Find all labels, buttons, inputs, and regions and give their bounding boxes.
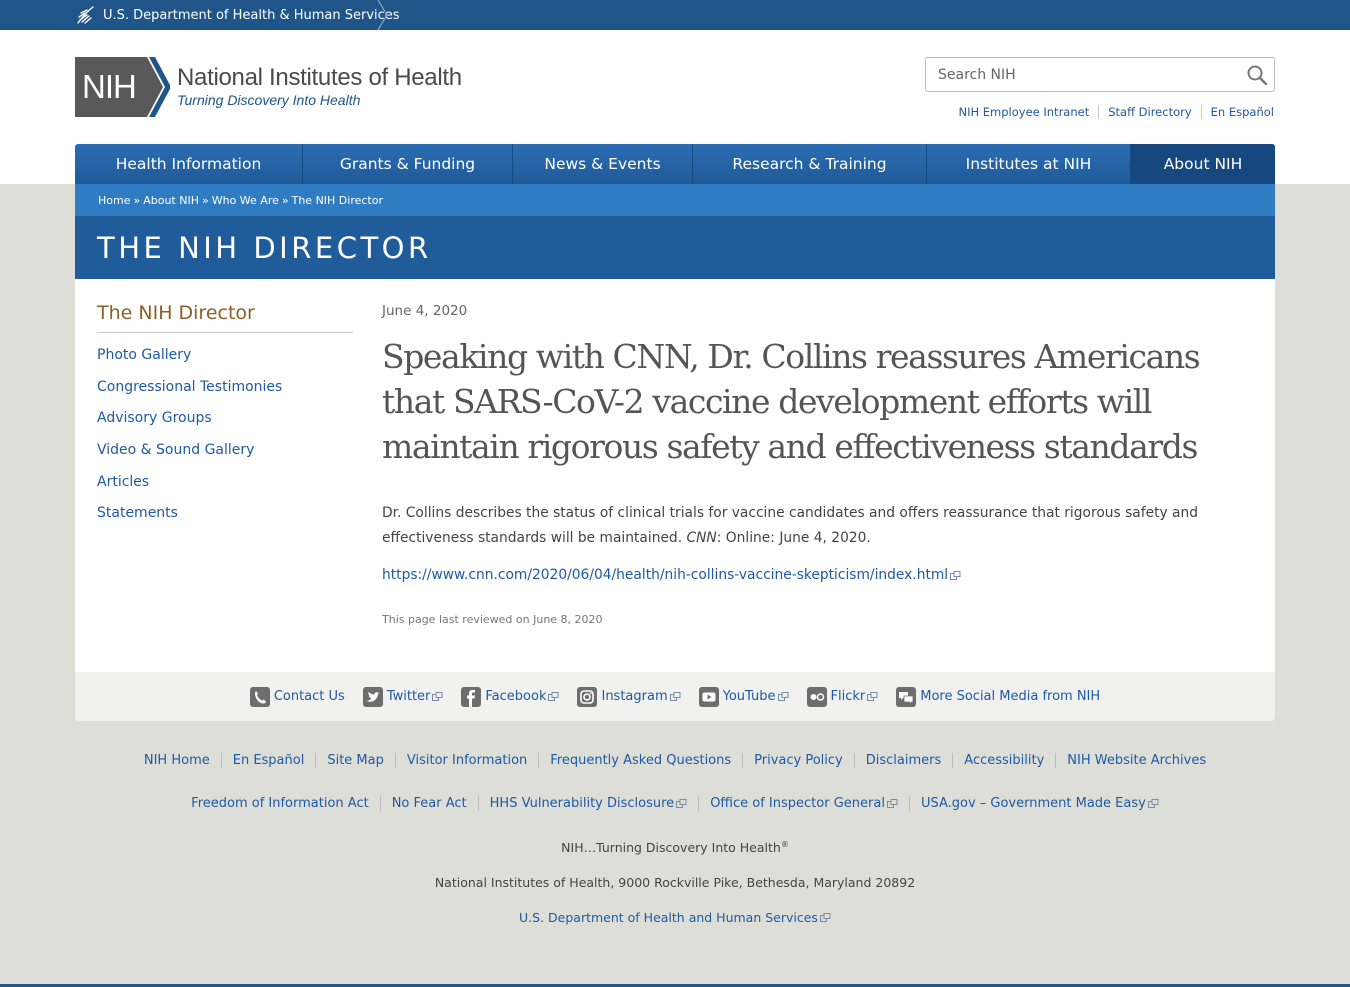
staff-directory-link[interactable]: Staff Directory (1098, 105, 1200, 119)
footer-hhs-link[interactable]: U.S. Department of Health and Human Serv… (519, 910, 831, 925)
chat-bubbles-icon (896, 686, 917, 707)
sidebar: The NIH Director Photo Gallery Congressi… (97, 302, 353, 535)
more-social-media-link[interactable]: More Social Media from NIH (896, 686, 1100, 707)
hhs-eagle-icon (77, 6, 94, 24)
logo-abbr: NIH (82, 68, 137, 105)
nih-logo-mark: NIH (75, 57, 171, 117)
article-source-suffix: : Online: June 4, 2020. (716, 530, 871, 546)
hhs-bar: U.S. Department of Health & Human Servic… (0, 0, 1350, 30)
footer-hhs: U.S. Department of Health and Human Serv… (0, 910, 1350, 925)
sidebar-item-photo-gallery[interactable]: Photo Gallery (97, 347, 191, 363)
twitter-icon (362, 686, 383, 707)
footer-inspector-general[interactable]: Office of Inspector General (698, 796, 909, 811)
hhs-link[interactable]: U.S. Department of Health & Human Servic… (75, 0, 400, 30)
article-url: https://www.cnn.com/2020/06/04/health/ni… (382, 567, 949, 583)
footer-address: National Institutes of Health, 9000 Rock… (434, 875, 916, 890)
footer-en-espanol[interactable]: En Español (220, 753, 316, 768)
nav-institutes[interactable]: Institutes at NIH (927, 144, 1131, 184)
external-link-icon (819, 913, 831, 922)
article-external-link[interactable]: https://www.cnn.com/2020/06/04/health/ni… (382, 567, 1252, 583)
footer-tagline: NIH…Turning Discovery Into Health® (561, 840, 789, 856)
footer-accessibility[interactable]: Accessibility (952, 753, 1055, 768)
article-date: June 4, 2020 (382, 303, 468, 319)
article-headline: Speaking with CNN, Dr. Collins reassures… (382, 337, 1201, 466)
search-box (925, 57, 1275, 92)
employee-intranet-link[interactable]: NIH Employee Intranet (949, 105, 1098, 119)
instagram-icon (577, 686, 598, 707)
logo-name: National Institutes of Health (177, 64, 462, 91)
logo-tagline: Turning Discovery Into Health (177, 92, 361, 108)
contact-us-link[interactable]: Contact Us (249, 686, 345, 707)
breadcrumb: Home » About NIH » Who We Are » The NIH … (75, 184, 1275, 216)
en-espanol-link[interactable]: En Español (1200, 105, 1274, 119)
footer-disclaimers[interactable]: Disclaimers (853, 753, 953, 768)
page-title-bar: THE NIH DIRECTOR (75, 216, 1275, 279)
breadcrumb-about-nih[interactable]: About NIH (143, 194, 199, 207)
page-title: THE NIH DIRECTOR (97, 230, 432, 265)
external-link-icon (432, 692, 443, 701)
footer-links-primary: NIH Home En Español Site Map Visitor Inf… (0, 753, 1350, 768)
nav-about-nih[interactable]: About NIH (1131, 144, 1275, 184)
footer-links-secondary: Freedom of Information Act No Fear Act H… (0, 796, 1350, 811)
main-nav: Health Information Grants & Funding News… (75, 144, 1275, 184)
nav-news-events[interactable]: News & Events (513, 144, 693, 184)
footer-website-archives[interactable]: NIH Website Archives (1055, 753, 1217, 768)
twitter-link[interactable]: Twitter (362, 686, 444, 707)
hhs-label: U.S. Department of Health & Human Servic… (103, 7, 400, 23)
last-reviewed: This page last reviewed on June 8, 2020 (382, 613, 603, 626)
footer-nih-home[interactable]: NIH Home (133, 753, 221, 768)
footer-hhs-vulnerability[interactable]: HHS Vulnerability Disclosure (477, 796, 699, 811)
facebook-icon (461, 686, 482, 707)
sidebar-title[interactable]: The NIH Director (97, 302, 353, 333)
phone-icon (249, 686, 270, 707)
instagram-link[interactable]: Instagram (577, 686, 681, 707)
footer-site-map[interactable]: Site Map (315, 753, 395, 768)
footer-no-fear-act[interactable]: No Fear Act (379, 796, 478, 811)
breadcrumb-home[interactable]: Home (98, 194, 130, 207)
external-link-icon (950, 570, 961, 580)
external-link-icon (1147, 799, 1159, 808)
nav-grants-funding[interactable]: Grants & Funding (303, 144, 513, 184)
nav-research-training[interactable]: Research & Training (693, 144, 927, 184)
breadcrumb-who-we-are[interactable]: Who We Are (212, 194, 279, 207)
article: June 4, 2020 Speaking with CNN, Dr. Coll… (382, 303, 1252, 626)
footer-faq[interactable]: Frequently Asked Questions (538, 753, 742, 768)
article-source: CNN (686, 530, 717, 546)
chevron-right-icon (377, 0, 388, 30)
flickr-icon (806, 686, 827, 707)
search-input[interactable] (926, 58, 1226, 91)
facebook-link[interactable]: Facebook (461, 686, 559, 707)
sidebar-item-video-sound-gallery[interactable]: Video & Sound Gallery (97, 442, 254, 458)
external-link-icon (669, 692, 681, 701)
utility-links: NIH Employee Intranet Staff Directory En… (949, 105, 1274, 119)
youtube-link[interactable]: YouTube (698, 686, 789, 707)
youtube-icon (698, 686, 719, 707)
external-link-icon (886, 799, 898, 808)
sidebar-item-advisory-groups[interactable]: Advisory Groups (97, 410, 212, 426)
footer-usa-gov[interactable]: USA.gov – Government Made Easy (908, 796, 1170, 811)
sidebar-item-congressional-testimonies[interactable]: Congressional Testimonies (97, 379, 282, 395)
external-link-icon (548, 692, 559, 701)
search-icon[interactable] (1246, 64, 1268, 86)
external-link-icon (676, 799, 687, 808)
nih-logo[interactable]: NIH National Institutes of Health Turnin… (75, 57, 462, 117)
nav-health-information[interactable]: Health Information (75, 144, 303, 184)
flickr-link[interactable]: Flickr (806, 686, 879, 707)
footer-visitor-information[interactable]: Visitor Information (394, 753, 538, 768)
main-panel: Home » About NIH » Who We Are » The NIH … (75, 184, 1275, 721)
footer-privacy-policy[interactable]: Privacy Policy (742, 753, 854, 768)
breadcrumb-current: The NIH Director (291, 193, 383, 207)
external-link-icon (867, 692, 878, 701)
sidebar-item-articles[interactable]: Articles (97, 474, 149, 490)
sidebar-menu: Photo Gallery Congressional Testimonies … (97, 345, 353, 535)
external-link-icon (777, 692, 788, 701)
sidebar-item-statements[interactable]: Statements (97, 505, 178, 521)
social-bar: Contact Us Twitter Facebook Instagram Yo… (75, 672, 1275, 721)
article-summary: Dr. Collins describes the status of clin… (382, 501, 1252, 551)
registered-mark: ® (780, 840, 789, 849)
footer-foia[interactable]: Freedom of Information Act (180, 796, 380, 811)
